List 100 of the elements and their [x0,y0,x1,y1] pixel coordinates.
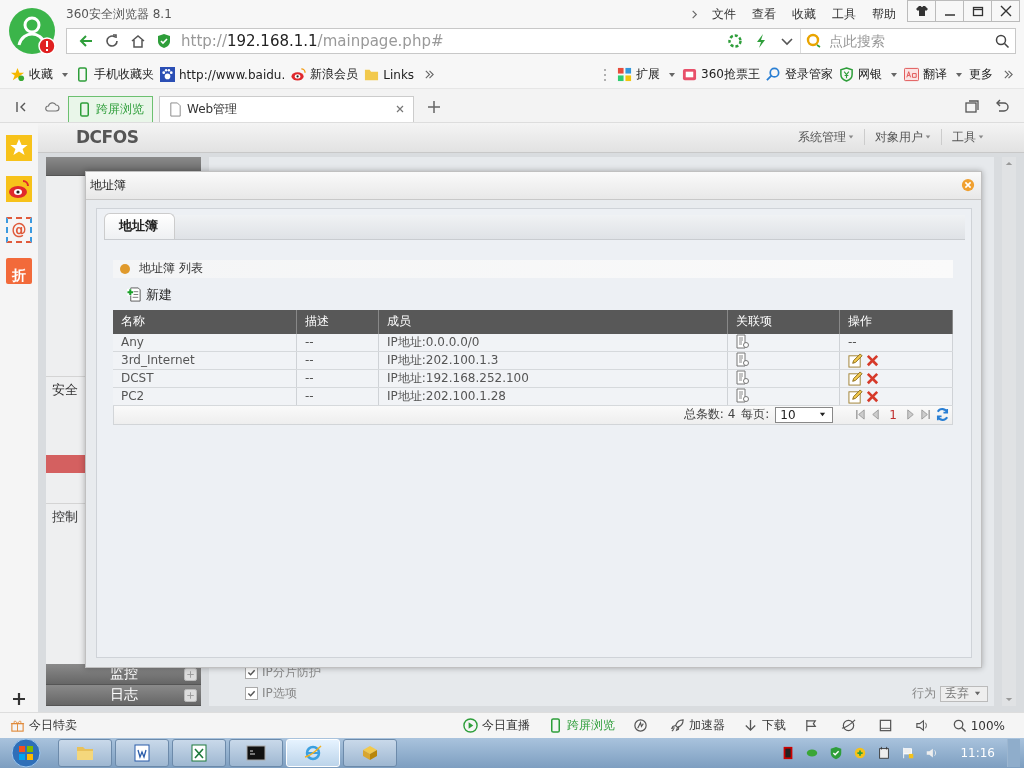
scrollbar[interactable] [1002,156,1016,706]
new-button[interactable]: 新建 [127,285,172,304]
caret-icon [978,134,984,141]
table-cell: IP地址:192.168.252.100 [378,369,728,388]
swirl-icon[interactable] [632,718,648,733]
bookmark-link[interactable]: 新浪会员 [291,66,359,84]
shirt-icon [914,4,929,18]
nav-menu[interactable]: 对象用户 [875,128,931,146]
refresh-icon[interactable] [935,407,950,423]
caret-icon [974,690,981,697]
minimize-button[interactable] [935,0,964,22]
status-button[interactable]: 加速器 [669,717,725,734]
undo-icon[interactable] [994,98,1010,115]
speaker-icon[interactable] [914,718,930,733]
scroll-down-icon[interactable] [1005,697,1013,702]
bookmark-link[interactable]: 收藏 [10,66,53,84]
search-icon[interactable] [994,33,1010,49]
caret-icon [848,134,854,141]
close-icon[interactable] [961,178,975,193]
menu-item[interactable]: 文件 [712,5,736,23]
extension-button[interactable]: 翻译 [904,66,947,84]
refresh-icon[interactable] [104,33,120,49]
status-button[interactable]: 下载 [742,717,786,734]
next-page-icon[interactable] [905,409,916,421]
column-header[interactable]: 名称 [113,309,297,334]
column-header[interactable]: 关联项 [727,309,840,334]
browser-icon [303,743,323,763]
search-field[interactable]: 点此搜索 [827,32,989,50]
network-icon[interactable] [853,746,868,760]
shield-icon[interactable] [156,33,172,49]
edit-icon[interactable] [848,370,863,386]
close-button[interactable] [991,0,1020,22]
column-header[interactable]: 成员 [378,309,728,334]
scroll-up-icon[interactable] [1005,160,1013,166]
more-icon[interactable] [424,69,436,81]
start-button[interactable] [8,738,44,768]
url-text[interactable]: http://192.168.1.1/mainpage.php# [181,32,722,50]
dialog-tab[interactable]: 地址簿 [104,212,175,239]
expand-icon[interactable] [184,688,197,702]
address-bar[interactable]: http://192.168.1.1/mainpage.php# 点此搜索 [66,28,1016,54]
close-icon[interactable] [395,104,405,115]
nav-menu[interactable]: 系统管理 [798,128,854,146]
per-page-select[interactable]: 10 [775,406,834,423]
delete-icon[interactable] [865,370,880,386]
taskbar-button[interactable] [229,739,283,767]
bookmark-link[interactable]: 手机收藏夹 [75,66,154,84]
home-icon[interactable] [130,33,146,49]
menu-item[interactable]: 工具 [832,5,856,23]
edit-icon[interactable] [848,352,863,368]
eye-logo-icon [291,67,307,83]
first-page-icon[interactable] [855,409,867,421]
close-icon [998,4,1013,18]
bookmark-link[interactable]: http://www.baidu. [160,67,286,83]
paw-icon [160,67,175,83]
nav-menu[interactable]: 工具 [952,128,984,146]
checkbox[interactable] [245,687,258,700]
column-header[interactable]: 描述 [296,309,379,334]
previous-page-icon[interactable] [870,409,882,421]
back-icon[interactable] [78,33,94,49]
status-link[interactable]: 今日特卖 [10,717,77,734]
document-search-icon[interactable] [736,370,750,387]
document-search-icon[interactable] [736,334,750,351]
window-icon[interactable] [877,718,893,733]
action-select[interactable]: 丢弃 [940,685,988,702]
document-search-icon[interactable] [736,352,750,369]
shield-icon[interactable] [829,746,844,760]
add-icon[interactable] [12,692,26,706]
caret-icon [890,70,898,79]
menu-item[interactable]: 帮助 [872,5,896,23]
more-icon[interactable] [1003,69,1014,81]
avatar-icon[interactable] [8,7,58,57]
status-button[interactable]: 100% [951,718,1005,733]
flag-icon[interactable] [803,718,819,733]
document-search-icon[interactable] [736,388,750,405]
browser-tab[interactable]: Web管理 [159,95,414,122]
menu-item[interactable]: 收藏 [792,5,816,23]
status-button[interactable]: 今日直播 [462,717,530,734]
minimize-icon [944,14,955,16]
extension-button[interactable]: 网银 [839,66,882,84]
delete-icon[interactable] [865,388,880,404]
caret-icon [925,134,931,141]
globe-icon[interactable] [840,718,856,733]
edit-icon[interactable] [848,388,863,404]
last-page-icon[interactable] [920,409,931,421]
device-icon[interactable] [877,746,892,760]
caret-icon [955,70,963,79]
maximize-button[interactable] [963,0,992,22]
tabs-icon[interactable] [964,98,980,115]
bookmark-link[interactable]: Links [364,67,415,83]
extension-button[interactable]: 扩展 [617,66,661,84]
chevron-icon[interactable] [689,8,700,20]
extension-button[interactable]: 360抢票王 [682,66,760,84]
menu-item[interactable]: 查看 [752,5,776,23]
menu-header[interactable]: 日志 [46,685,201,706]
delete-icon[interactable] [865,352,880,368]
extension-button[interactable]: 更多 [969,66,993,84]
column-header[interactable]: 操作 [839,309,953,334]
extension-button[interactable]: 登录管家 [766,66,833,84]
eye-logo-icon[interactable] [6,175,32,202]
skin-button[interactable] [907,0,936,22]
